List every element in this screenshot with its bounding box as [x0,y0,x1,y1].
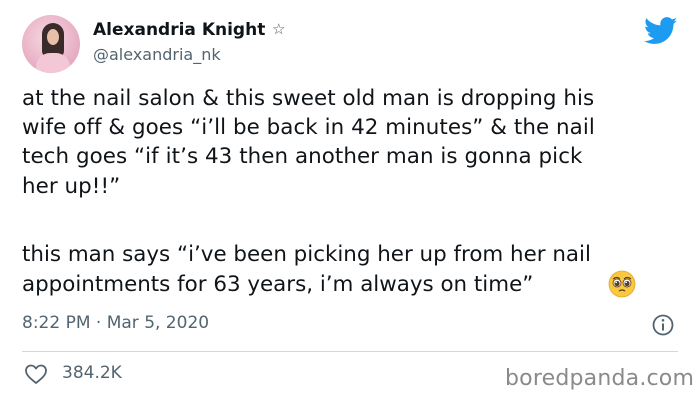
tweet-text-paragraph-2: this man says “i’ve been picking her up … [22,240,591,300]
pleading-face-emoji [608,270,636,298]
tweet-text-line: this man says “i’ve been picking her up … [22,242,591,267]
avatar-face [47,29,59,45]
watermark: boredpanda.com [505,366,695,391]
tweet-text-line: tech goes “if it’s 43 then another man i… [22,144,583,170]
divider [22,351,678,352]
tweet-text-line: at the nail salon & this sweet old man i… [22,86,595,111]
tweet-text-line: appointments for 63 years, i’m always on… [22,272,534,297]
heart-icon[interactable] [24,363,48,385]
like-count[interactable]: 384.2K [62,363,122,383]
tweet-timestamp[interactable]: 8:22 PM · Mar 5, 2020 [22,313,209,333]
star-icon: ☆ [272,20,286,38]
tweet-text-line: wife off & goes “i’ll be back in 42 minu… [22,115,595,141]
author-name[interactable]: Alexandria Knight [93,20,265,40]
avatar[interactable] [22,15,80,73]
info-icon[interactable] [651,313,675,337]
twitter-bird-icon [644,17,678,44]
author-handle[interactable]: @alexandria_nk [93,45,221,64]
tweet-text: at the nail salon & this sweet old man i… [22,84,690,201]
tweet-text-line: her up!!” [22,173,121,199]
avatar-body [36,53,70,73]
